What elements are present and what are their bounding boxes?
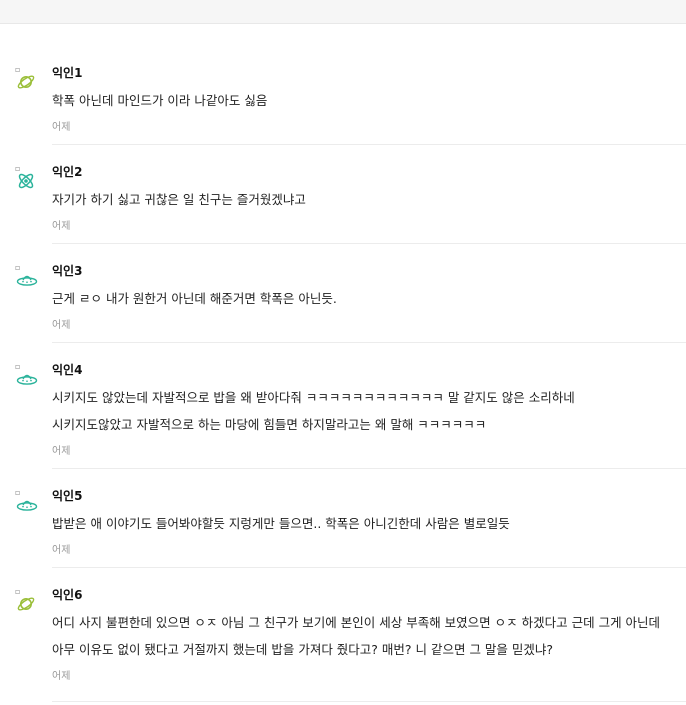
comment-timestamp: 어제 — [52, 221, 71, 232]
comment-author[interactable]: 익인4 — [52, 363, 686, 381]
comment-body: 익인1 학폭 아닌데 마인드가 이라 나같아도 싫음어제 — [52, 66, 686, 145]
comment-text: 근게 ㄹㅇ 내가 원한거 아닌데 해준거면 학폭은 아닌듯. — [52, 291, 337, 306]
avatar: ▫ — [12, 66, 40, 94]
comment-item: ▫ 익인5 밥받은 애 이야기도 들어봐야할듯 지렁게만 들으면.. 학폭은 아니긴… — [0, 489, 686, 568]
comment-text: 학폭 아닌데 마인드가 이라 나같아도 싫음 — [52, 93, 268, 108]
comment-list: ▫ 익인1 학폭 아닌데 마인드가 이라 나같아도 싫음어제 ▫ 익인2 자기가 하기 싫… — [0, 24, 686, 702]
avatar: ▫ — [12, 264, 40, 292]
avatar: ▫ — [12, 363, 40, 391]
comment-timestamp: 어제 — [52, 671, 71, 682]
avatar: ▫ — [12, 588, 40, 616]
comment-body: 익인3 근게 ㄹㅇ 내가 원한거 아닌데 해준거면 학폭은 아닌듯. 어제 — [52, 264, 686, 343]
comment-author[interactable]: 익인3 — [52, 264, 686, 282]
comment-author[interactable]: 익인6 — [52, 588, 686, 606]
comment-item: ▫ 익인1 학폭 아닌데 마인드가 이라 나같아도 싫음어제 — [0, 66, 686, 145]
comment-text: 자기가 하기 싫고 귀찮은 일 친구는 즐거웠겠냐고 — [52, 192, 306, 207]
comment-text: 어디 사지 불편한데 있으면 ㅇㅈ 아님 그 친구가 보기에 본인이 세상 부족… — [52, 615, 661, 630]
comment-body: 익인2 자기가 하기 싫고 귀찮은 일 친구는 즐거웠겠냐고어제 — [52, 165, 686, 244]
avatar: ▫ — [12, 489, 40, 517]
comment-body: 익인5 밥받은 애 이야기도 들어봐야할듯 지렁게만 들으면.. 학폭은 아니긴한… — [52, 489, 686, 568]
comment-author[interactable]: 익인2 — [52, 165, 686, 183]
comment-text: 시키지도않았고 자발적으로 하는 마당에 힘들면 하지말라고는 왜 말해 ㅋㅋㅋ… — [52, 417, 487, 432]
comment-timestamp: 어제 — [52, 122, 71, 133]
comment-item: ▫ 익인4 시키지도 않았는데 자발적으로 밥을 왜 받아다줘 ㅋㅋㅋㅋㅋㅋㅋㅋㅋㅋ… — [0, 363, 686, 469]
comment-timestamp: 어제 — [52, 320, 71, 331]
comment-body: 익인6 어디 사지 불편한데 있으면 ㅇㅈ 아님 그 친구가 보기에 본인이 세상… — [52, 588, 686, 702]
comment-text: 밥받은 애 이야기도 들어봐야할듯 지렁게만 들으면.. 학폭은 아니긴한데 사… — [52, 516, 510, 531]
comment-text: 시키지도 않았는데 자발적으로 밥을 왜 받아다줘 ㅋㅋㅋㅋㅋㅋㅋㅋㅋㅋㅋㅋ 말… — [52, 390, 575, 405]
comment-text: 아무 이유도 없이 됐다고 거절까지 했는데 밥을 가져다 줬다고? 매번? 니… — [52, 642, 554, 657]
comment-body: 익인4 시키지도 않았는데 자발적으로 밥을 왜 받아다줘 ㅋㅋㅋㅋㅋㅋㅋㅋㅋㅋㅋ… — [52, 363, 686, 469]
comment-item: ▫ 익인2 자기가 하기 싫고 귀찮은 일 친구는 즐거웠겠냐고어제 — [0, 165, 686, 244]
comment-timestamp: 어제 — [52, 446, 71, 457]
comment-author[interactable]: 익인5 — [52, 489, 686, 507]
comment-author[interactable]: 익인1 — [52, 66, 686, 84]
comment-item: ▫ 익인6 어디 사지 불편한데 있으면 ㅇㅈ 아님 그 친구가 보기에 본인이 세… — [0, 588, 686, 702]
comment-item: ▫ 익인3 근게 ㄹㅇ 내가 원한거 아닌데 해준거면 학폭은 아닌듯. 어제 — [0, 264, 686, 343]
avatar: ▫ — [12, 165, 40, 193]
top-bar — [0, 0, 686, 24]
comment-timestamp: 어제 — [52, 545, 71, 556]
